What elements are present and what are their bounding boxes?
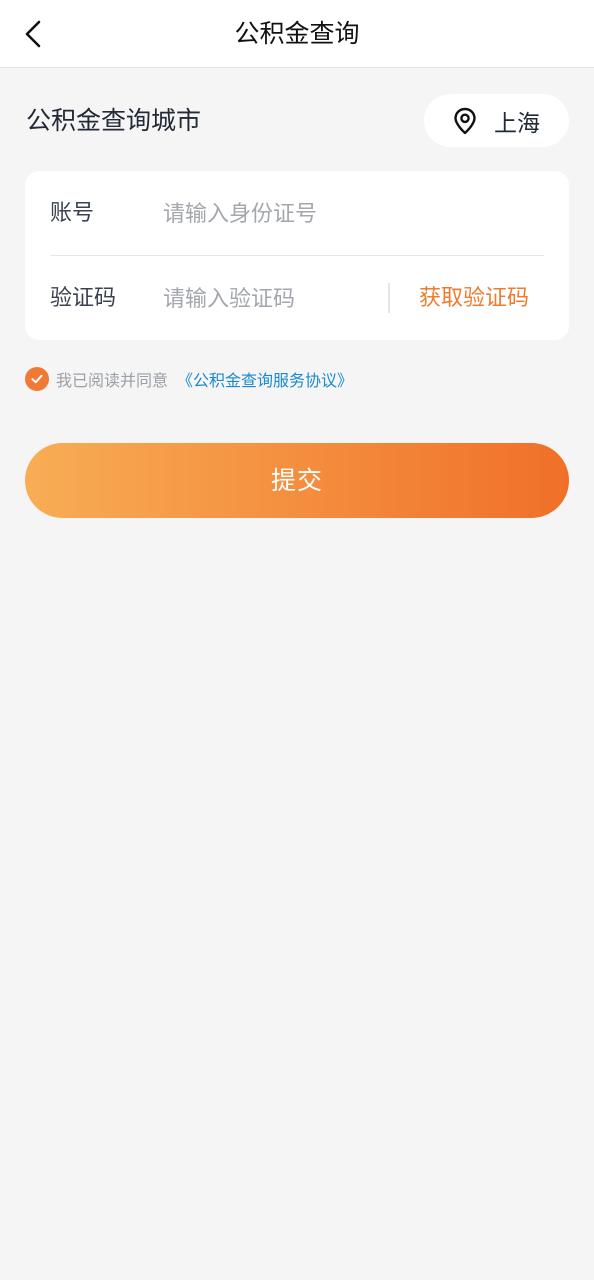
- city-label: 公积金查询城市: [26, 106, 202, 135]
- verification-code-input[interactable]: [163, 278, 383, 320]
- code-divider: [388, 283, 390, 313]
- checkmark-icon: [31, 374, 43, 384]
- get-code-button[interactable]: 获取验证码: [419, 256, 529, 340]
- submit-button[interactable]: 提交: [25, 443, 569, 518]
- page-title: 公积金查询: [234, 19, 360, 48]
- code-label: 验证码: [50, 286, 117, 311]
- login-form-card: 账号 验证码 获取验证码: [25, 171, 569, 340]
- nav-bar: 公积金查询: [0, 0, 594, 68]
- city-picker[interactable]: 上海: [424, 94, 569, 147]
- agreement-text: 我已阅读并同意: [56, 371, 169, 390]
- selected-city: 上海: [494, 110, 540, 137]
- agreement-link[interactable]: 《公积金查询服务协议》: [177, 367, 353, 391]
- account-row: 账号: [25, 171, 569, 255]
- code-row: 验证码 获取验证码: [25, 256, 569, 340]
- location-pin-icon: [452, 107, 478, 135]
- agreement-checkbox[interactable]: [25, 367, 49, 391]
- account-label: 账号: [50, 201, 95, 226]
- id-number-input[interactable]: [163, 193, 543, 235]
- agreement-row: 我已阅读并同意 《公积金查询服务协议》: [25, 366, 353, 392]
